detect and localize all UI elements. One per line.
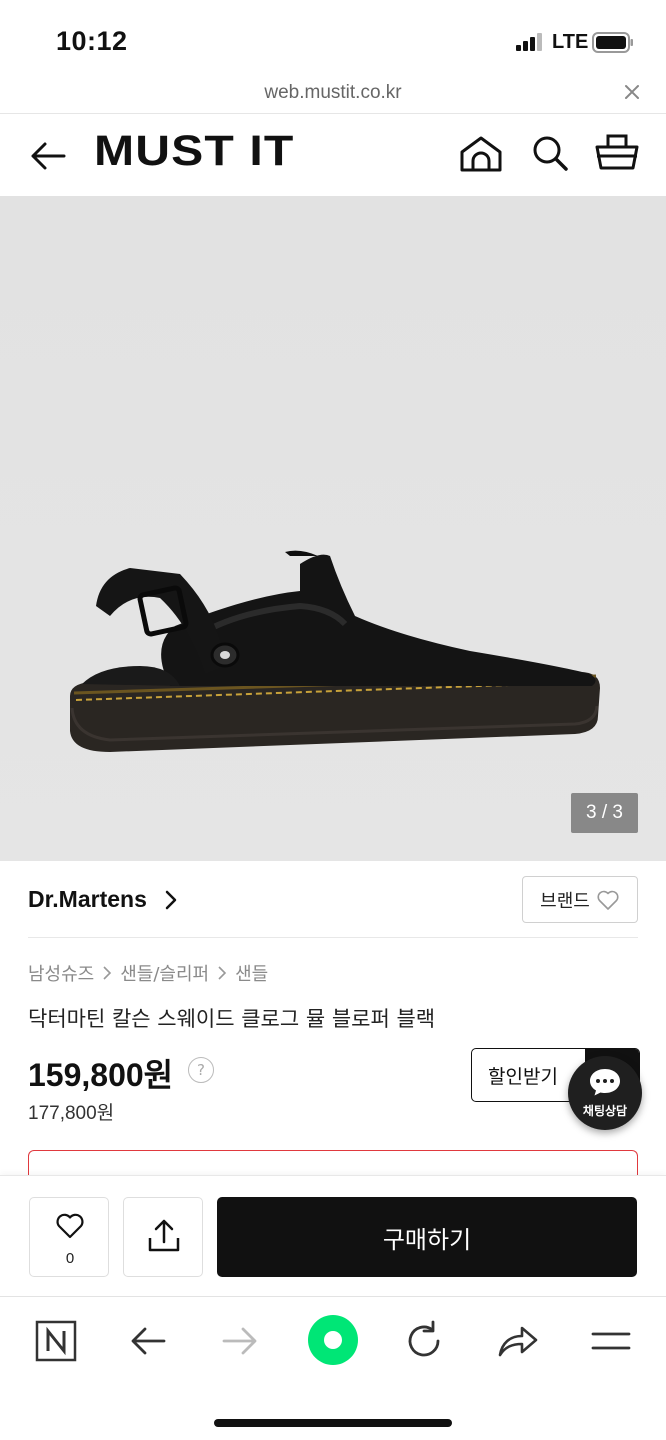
chevron-right-icon[interactable] xyxy=(164,890,178,910)
brand-button-label: 브랜드 xyxy=(540,890,590,912)
product-photo xyxy=(0,196,666,861)
reload-icon[interactable] xyxy=(402,1319,446,1363)
back-icon[interactable] xyxy=(126,1319,170,1363)
network-label: LTE xyxy=(552,31,589,53)
share-arrow-icon[interactable] xyxy=(496,1319,540,1363)
signal-icon xyxy=(516,33,542,51)
cart-icon[interactable] xyxy=(594,130,640,172)
brand-row: Dr.Martens 브랜드 xyxy=(28,862,638,938)
search-icon[interactable] xyxy=(530,133,570,173)
price-help-icon[interactable]: ? xyxy=(188,1057,214,1083)
like-count: 0 xyxy=(65,1250,75,1267)
breadcrumb: 남성슈즈 샌들/슬리퍼 샌들 xyxy=(28,960,268,986)
share-icon xyxy=(148,1219,180,1252)
battery-icon xyxy=(592,32,633,53)
buy-button[interactable]: 구매하기 xyxy=(217,1197,637,1277)
chat-label: 채팅상담 xyxy=(582,1104,628,1118)
status-time: 10:12 xyxy=(56,26,128,56)
close-icon[interactable] xyxy=(624,84,640,100)
browser-toolbar xyxy=(0,1296,666,1440)
green-dot-icon[interactable] xyxy=(307,1314,359,1366)
chat-bubble-icon xyxy=(590,1069,620,1096)
image-counter: 3 / 3 xyxy=(571,793,638,833)
product-image[interactable]: 3 / 3 xyxy=(0,196,666,861)
chevron-right-icon xyxy=(103,966,112,980)
status-bar: 10:12 LTE xyxy=(0,0,666,80)
forward-icon[interactable] xyxy=(218,1319,262,1363)
breadcrumb-item[interactable]: 남성슈즈 xyxy=(28,960,94,986)
original-price: 177,800원 xyxy=(28,1103,115,1124)
home-indicator xyxy=(214,1419,452,1427)
menu-icon[interactable] xyxy=(589,1319,633,1363)
chevron-right-icon xyxy=(218,966,227,980)
url-bar[interactable]: web.mustit.co.kr xyxy=(0,80,666,114)
back-arrow-icon[interactable] xyxy=(28,136,68,176)
app-header: MUST IT xyxy=(0,114,666,196)
purchase-bar: 0 구매하기 xyxy=(0,1175,666,1296)
brand-link[interactable]: Dr.Martens xyxy=(28,886,147,913)
chat-consult-button[interactable]: 채팅상담 xyxy=(568,1056,642,1130)
price-row: 159,800원 ? xyxy=(28,1050,214,1096)
discount-label: 할인받기 xyxy=(488,1066,558,1088)
breadcrumb-item[interactable]: 샌들/슬리퍼 xyxy=(120,960,209,986)
brand-like-button[interactable]: 브랜드 xyxy=(522,876,638,923)
heart-icon xyxy=(56,1213,84,1239)
sale-price: 159,800원 xyxy=(28,1057,174,1093)
heart-outline-icon xyxy=(597,890,619,910)
url-text[interactable]: web.mustit.co.kr xyxy=(0,82,666,104)
logo[interactable]: MUST IT xyxy=(94,127,294,176)
share-button[interactable] xyxy=(123,1197,203,1277)
home-icon[interactable] xyxy=(458,134,504,174)
naver-n-icon[interactable] xyxy=(34,1319,78,1363)
product-title: 닥터마틴 칼슨 스웨이드 클로그 뮬 블로퍼 블랙 xyxy=(28,1007,436,1031)
like-button[interactable]: 0 xyxy=(29,1197,109,1277)
breadcrumb-item[interactable]: 샌들 xyxy=(235,960,268,986)
